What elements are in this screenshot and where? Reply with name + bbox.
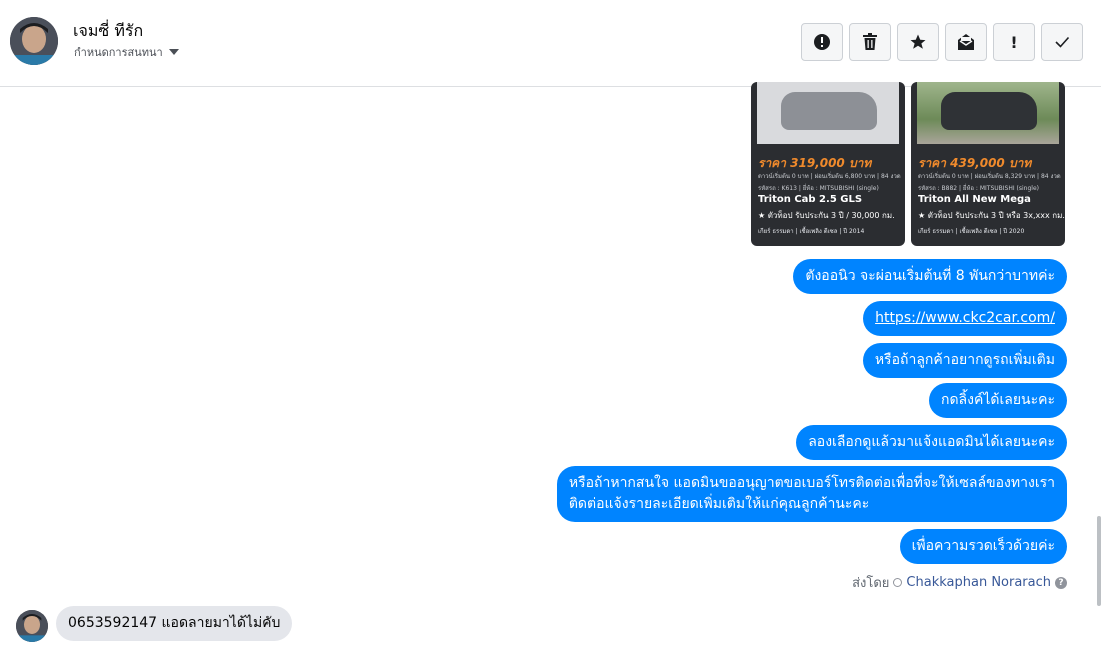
car-specs: เกียร์ ธรรมดา | เชื้อเพลิง ดีเซล | ปี 20… [758,228,865,235]
mark-unread-icon [958,34,974,50]
incoming-message-bubble[interactable]: 0653592147 แอดลายมาได้ไม่คับ [56,606,293,641]
car-card-carousel: ราคา 319,000 บาท ดาวน์เริ่มต้น 0 บาท | ผ… [751,82,1065,246]
sender-name[interactable]: Chakkaphan Norarach [906,575,1051,590]
star-button[interactable] [897,23,939,61]
message-thread[interactable]: ราคา 319,000 บาท ดาวน์เริ่มต้น 0 บาท | ผ… [0,82,1101,657]
important-button[interactable]: ! [993,23,1035,61]
message-bubble[interactable]: ลองเลือกดูแล้วมาแจ้งแอดมินได้เลยนะคะ [796,425,1067,460]
message-bubble[interactable]: หรือถ้าลูกค้าอยากดูรถเพิ่มเติม [862,343,1067,378]
help-icon[interactable]: ? [1055,576,1067,589]
sent-by-label: ส่งโดย [852,576,890,591]
car-warranty: ★ ตัวท็อป รับประกัน 3 ปี หรือ 3x,xxx กม. [918,211,1065,220]
scrollbar[interactable] [1097,516,1101,606]
car-photo [757,82,899,144]
car-specs: เกียร์ ธรรมดา | เชื้อเพลิง ดีเซล | ปี 20… [918,228,1025,235]
message-bubble[interactable]: ตังออนิว จะผ่อนเริ่มต้นที่ 8 พันกว่าบาทค… [793,259,1067,294]
car-card[interactable]: ราคา 319,000 บาท ดาวน์เริ่มต้น 0 บาท | ผ… [751,82,905,246]
message-bubble[interactable]: https://www.ckc2car.com/ [863,301,1067,336]
car-meta: รหัสรถ : B882 | ยี่ห้อ : MITSUBISHI (sin… [918,185,1039,192]
sent-check-icon [893,578,903,587]
car-model: Triton Cab 2.5 GLS [758,194,863,205]
car-photo [917,82,1059,144]
car-card[interactable]: ราคา 439,000 บาท ดาวน์เริ่มต้น 0 บาท | ผ… [911,82,1065,246]
alert-circle-icon [814,34,830,50]
contact-avatar-small[interactable] [16,610,48,642]
trash-icon [863,33,877,50]
car-terms: ดาวน์เริ่มต้น 0 บาท | ผ่อนเริ่มต้น 6,800… [758,173,901,180]
conversation-settings-label: กำหนดการสนทนา [74,46,163,59]
car-warranty: ★ ตัวท็อป รับประกัน 3 ปี / 30,000 กม. [758,211,895,220]
report-button[interactable] [801,23,843,61]
exclamation-icon: ! [1010,32,1018,52]
message-line: หรือถ้าหากสนใจ แอดมินขออนุญาตขอเบอร์โทรต… [568,475,1055,491]
sent-by-info: ส่งโดย Chakkaphan Norarach ? [852,572,1067,593]
contact-name[interactable]: เจมซี่ ทีรัก [73,19,143,44]
conversation-settings[interactable]: กำหนดการสนทนา [74,43,179,61]
message-bubble[interactable]: กดลิ้งค์ได้เลยนะคะ [928,383,1067,418]
car-model: Triton All New Mega [918,194,1031,205]
message-link[interactable]: https://www.ckc2car.com/ [875,310,1055,326]
caret-down-icon [168,49,179,55]
delete-button[interactable] [849,23,891,61]
conversation-toolbar: ! [801,23,1083,61]
message-bubble[interactable]: หรือถ้าหากสนใจ แอดมินขออนุญาตขอเบอร์โทรต… [556,466,1067,522]
mark-done-button[interactable] [1041,23,1083,61]
mark-unread-button[interactable] [945,23,987,61]
star-icon [910,34,926,49]
car-meta: รหัสรถ : K613 | ยี่ห้อ : MITSUBISHI (sin… [758,185,879,192]
car-terms: ดาวน์เริ่มต้น 0 บาท | ผ่อนเริ่มต้น 8,329… [918,173,1061,180]
conversation-header: เจมซี่ ทีรัก กำหนดการสนทนา ! [0,0,1101,87]
contact-avatar[interactable] [10,17,58,65]
message-bubble[interactable]: เพื่อความรวดเร็วด้วยค่ะ [899,529,1067,564]
check-icon [1055,36,1070,48]
message-line: ติดต่อแจ้งรายละเอียดเพิ่มเติมให้แก่คุณลู… [568,496,870,512]
